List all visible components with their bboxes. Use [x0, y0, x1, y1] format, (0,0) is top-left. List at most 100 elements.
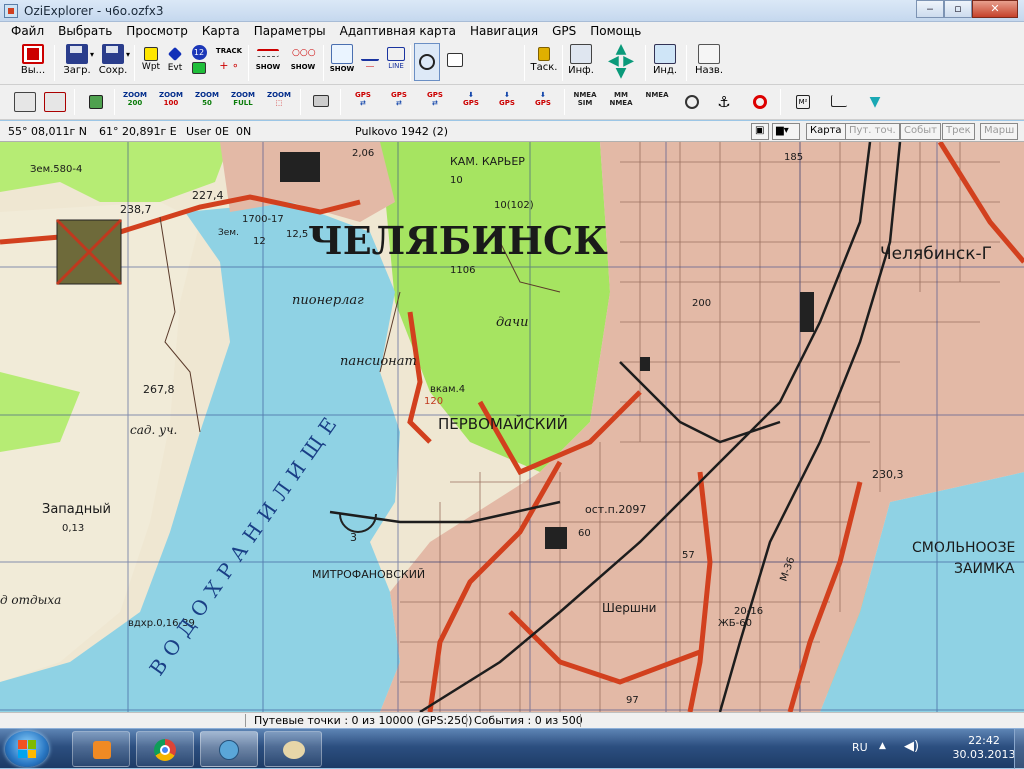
clock[interactable]: 22:42 30.03.2013 [952, 734, 1016, 762]
filter-icon: ▼ [869, 94, 881, 110]
routes-view-button[interactable]: Марш [980, 123, 1019, 140]
lifebuoy-button[interactable] [748, 89, 772, 109]
map-image-button[interactable]: ▣ [751, 123, 769, 140]
menu-help[interactable]: Помощь [583, 22, 648, 41]
app-icon [4, 4, 18, 18]
show-track-button[interactable]: SHOW [328, 41, 356, 73]
load-button[interactable]: ▾ Загр. [60, 41, 94, 76]
green-square-icon [192, 62, 206, 74]
zoom-full-button[interactable]: ZOOM FULL [228, 89, 258, 107]
window-button[interactable] [444, 41, 466, 67]
taskbar-chrome[interactable] [136, 731, 194, 767]
menu-navigation[interactable]: Навигация [463, 22, 545, 41]
gps-button-1[interactable]: GPS ⇄ [348, 89, 378, 107]
track-points-view-button[interactable]: Пут. точ. [845, 123, 900, 140]
save-button[interactable]: ▾ Сохр. [96, 41, 130, 76]
label-1700: 1700-17 [242, 214, 284, 225]
minimize-button[interactable]: ‒ [916, 0, 944, 18]
events-view-button[interactable]: Событ [900, 123, 941, 140]
track-show-icon [331, 44, 353, 64]
move-map-button[interactable]: ▲ ◀ ▶ ▼ [600, 41, 642, 80]
label-zem: Зем. [218, 228, 239, 238]
line-tool-button[interactable]: ⎯⎯ [358, 41, 382, 72]
menu-map[interactable]: Карта [195, 22, 247, 41]
tools-button[interactable] [42, 89, 68, 112]
label-height-2387: 238,7 [120, 203, 152, 216]
map-overview-button[interactable] [84, 89, 108, 109]
label-chelyabinsk-east: Челябинск-Г [880, 244, 992, 264]
zoom-100-button[interactable]: ZOOM 100 [156, 89, 186, 107]
title-bar[interactable]: OziExplorer - ч6о.ozfx3 ‒ ▫ ✕ [0, 0, 1024, 22]
area-button[interactable]: M² [790, 89, 816, 109]
line-icon-2: ⎯⎯ [366, 62, 374, 71]
volume-icon[interactable]: ◀) [904, 739, 919, 754]
print-button[interactable] [308, 89, 334, 107]
status-divider [466, 714, 467, 727]
show-desktop-button[interactable] [1014, 729, 1024, 769]
find-button[interactable] [414, 43, 440, 81]
zoom-50-button[interactable]: ZOOM 50 [192, 89, 222, 107]
menu-select[interactable]: Выбрать [51, 22, 119, 41]
map-view[interactable]: ЧЕЛЯБИНСК Челябинск-Г КАМ. КАРЬЕР ПЕРВОМ… [0, 142, 1024, 712]
nmea-button[interactable]: NMEA [642, 89, 672, 99]
calibrate-button[interactable] [12, 89, 38, 112]
tray-arrow-icon[interactable]: ▲ [879, 741, 886, 751]
menu-adaptive-map[interactable]: Адаптивная карта [333, 22, 463, 41]
pencil-icon [14, 92, 36, 112]
maximize-button[interactable]: ▫ [944, 0, 972, 18]
line-icon [361, 47, 379, 61]
map-view-button[interactable]: Карта [806, 123, 846, 140]
label-mitrofanovsky: МИТРОФАНОВСКИЙ [312, 568, 425, 581]
exit-button[interactable]: Вы... [16, 41, 50, 76]
numbered-waypoint-button[interactable]: 12 [188, 41, 210, 74]
menu-settings[interactable]: Параметры [247, 22, 333, 41]
menu-bar: Файл Выбрать Просмотр Карта Параметры Ад… [0, 22, 1024, 41]
user-grid-east: 0E [215, 125, 229, 138]
names-button[interactable]: Назв. [692, 41, 726, 76]
track-button[interactable]: TRACK + ∘ [214, 41, 244, 72]
profile-button[interactable] [826, 89, 852, 107]
gps-button-6[interactable]: ⬇ GPS [528, 89, 558, 107]
menu-gps[interactable]: GPS [545, 22, 583, 41]
gps-down-icon: ⬇ [504, 91, 510, 99]
zoom-box-button[interactable]: ZOOM ⬚ [264, 89, 294, 107]
mm-nmea-button[interactable]: MM NMEA [606, 89, 636, 107]
anchor-button[interactable]: ⚓ [712, 89, 736, 112]
menu-view[interactable]: Просмотр [119, 22, 195, 41]
gps-button-4[interactable]: ⬇ GPS [456, 89, 486, 107]
toolbar-separator [300, 89, 301, 115]
gps-button-2[interactable]: GPS ⇄ [384, 89, 414, 107]
gps-button-3[interactable]: GPS ⇄ [420, 89, 450, 107]
evt-button[interactable]: Evt [164, 41, 186, 73]
tracks-view-button[interactable]: Трек [942, 123, 975, 140]
nmea-sim-button[interactable]: NMEA SIM [570, 89, 600, 107]
taskbar-paint[interactable] [264, 731, 322, 767]
info-button[interactable]: Инф. [566, 41, 596, 76]
target-button[interactable] [680, 89, 704, 109]
show-route-button[interactable]: SHOW [253, 41, 283, 71]
link-button[interactable]: LINE [384, 41, 408, 70]
start-button[interactable] [5, 731, 49, 767]
filter-button[interactable]: ▼ [862, 89, 888, 112]
status-divider [580, 714, 581, 727]
datum-label: Pulkovo 1942 (2) [355, 125, 448, 138]
taskbar-oziexplorer[interactable] [200, 731, 258, 767]
close-button[interactable]: ✕ [972, 0, 1018, 18]
taskbar-media-app[interactable] [72, 731, 130, 767]
task-button[interactable]: Таск. [528, 41, 560, 73]
index-button[interactable]: Инд. [650, 41, 680, 76]
label-20-16: 20-16 [734, 606, 763, 617]
label-station: ост.п.2097 [585, 503, 646, 516]
wpt-button[interactable]: Wpt [140, 41, 162, 72]
latitude-readout: 55° 08,011г N [8, 125, 87, 138]
topographic-map[interactable]: ЧЕЛЯБИНСК Челябинск-Г КАМ. КАРЬЕР ПЕРВОМ… [0, 142, 1024, 712]
show-points-button[interactable]: ○○○ SHOW [288, 41, 318, 72]
label-zem580: Зем.580-4 [30, 164, 82, 175]
menu-file[interactable]: Файл [4, 22, 51, 41]
gps-button-5[interactable]: ⬇ GPS [492, 89, 522, 107]
zoom-200-button[interactable]: ZOOM 200 [120, 89, 150, 107]
label-60: 60 [578, 528, 591, 539]
label-quarry: КАМ. КАРЬЕР [450, 155, 525, 168]
language-indicator[interactable]: RU [852, 741, 868, 754]
save-view-button[interactable]: ▆▾ [772, 123, 800, 140]
